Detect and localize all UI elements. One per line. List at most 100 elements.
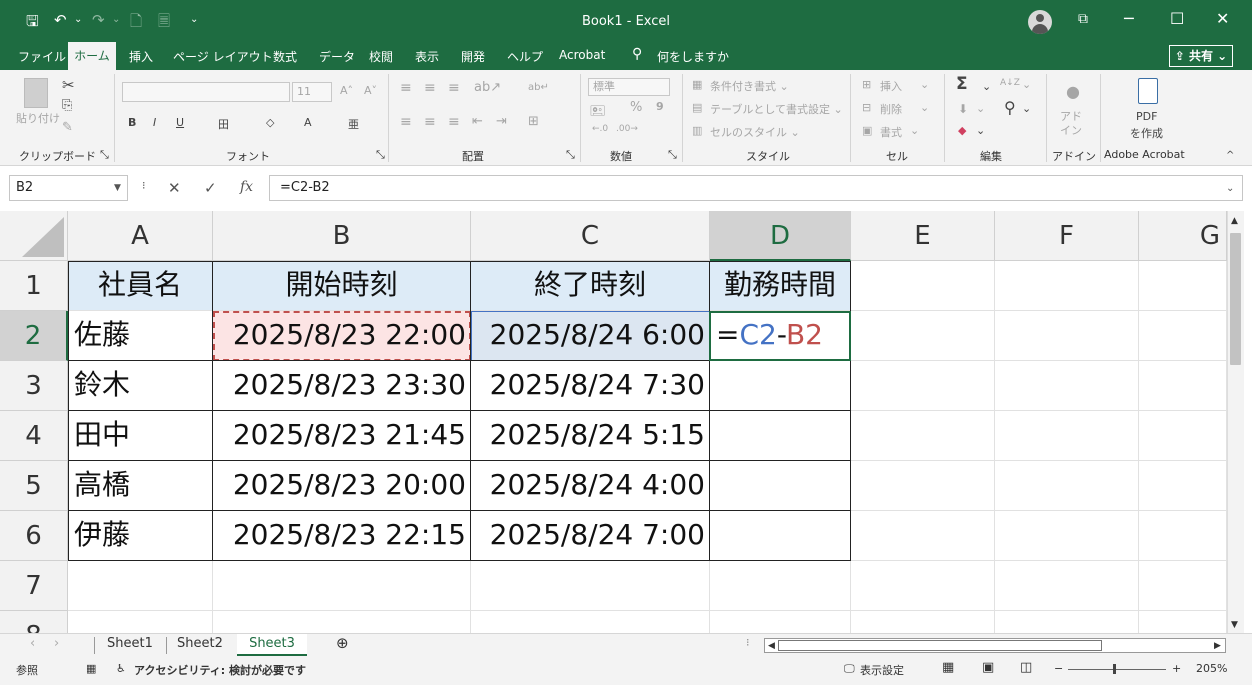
sort-filter-dropdown-icon[interactable]: ⌄ xyxy=(1022,78,1031,91)
fill-color-icon[interactable]: ◇ xyxy=(266,116,274,129)
number-launcher-icon[interactable]: ⤡ xyxy=(668,148,677,162)
tab-insert[interactable]: 挿入 xyxy=(129,48,153,65)
column-header-a[interactable]: A xyxy=(68,211,213,261)
autosum-dropdown-icon[interactable]: ⌄ xyxy=(982,80,991,93)
tab-data[interactable]: データ xyxy=(319,48,355,65)
formula-input[interactable]: =C2-B2 xyxy=(269,175,1243,201)
create-pdf-icon[interactable] xyxy=(1138,78,1158,104)
cell-a4[interactable]: 田中 xyxy=(68,411,213,461)
zoom-level[interactable]: 205% xyxy=(1196,662,1227,675)
tab-formulas[interactable]: 数式 xyxy=(273,48,297,65)
insert-dropdown-icon[interactable]: ⌄ xyxy=(920,78,929,91)
row-header-1[interactable]: 1 xyxy=(0,261,68,311)
cell-g2[interactable] xyxy=(1139,311,1227,361)
cell-styles-button[interactable]: セルのスタイル ⌄ xyxy=(710,124,800,140)
conditional-formatting-button[interactable]: 条件付き書式 ⌄ xyxy=(710,78,789,94)
normal-view-icon[interactable]: ▦ xyxy=(942,660,954,675)
cell-c2[interactable]: 2025/8/24 6:00 xyxy=(471,311,710,361)
row-header-7[interactable]: 7 xyxy=(0,561,68,611)
cell-f4[interactable] xyxy=(995,411,1139,461)
merge-center-icon[interactable]: ⊞ xyxy=(528,114,539,129)
cell-g1[interactable] xyxy=(1139,261,1227,311)
zoom-in-icon[interactable]: + xyxy=(1172,662,1181,675)
cell-g7[interactable] xyxy=(1139,561,1227,611)
align-left-icon[interactable]: ≡ xyxy=(400,114,412,130)
tab-view[interactable]: 表示 xyxy=(415,48,439,65)
paste-icon[interactable] xyxy=(24,78,48,108)
cell-d3[interactable] xyxy=(710,361,851,411)
share-dropdown-icon[interactable]: ⌄ xyxy=(1217,49,1227,63)
decrease-indent-icon[interactable]: ⇤ xyxy=(472,114,483,129)
cell-e4[interactable] xyxy=(851,411,995,461)
decrease-decimal-icon[interactable]: .00→ xyxy=(616,124,638,134)
cell-f6[interactable] xyxy=(995,511,1139,561)
cell-c8[interactable] xyxy=(471,611,710,633)
scroll-up-icon[interactable]: ▲ xyxy=(1231,216,1238,226)
addins-button[interactable]: アド イン xyxy=(1060,110,1082,138)
name-box[interactable]: B2 xyxy=(9,175,128,201)
orientation-icon[interactable]: ab↗ xyxy=(474,80,501,95)
cell-d6[interactable] xyxy=(710,511,851,561)
tell-me-search[interactable]: 何をしますか xyxy=(657,48,729,65)
column-header-b[interactable]: B xyxy=(213,211,471,261)
user-avatar-icon[interactable] xyxy=(1028,10,1052,34)
align-bottom-icon[interactable]: ≡ xyxy=(448,80,460,96)
cancel-formula-icon[interactable]: ✕ xyxy=(168,179,181,197)
tab-developer[interactable]: 開発 xyxy=(461,48,485,65)
page-layout-view-icon[interactable]: ▣ xyxy=(982,660,994,675)
cell-g4[interactable] xyxy=(1139,411,1227,461)
add-sheet-icon[interactable]: ⊕ xyxy=(336,634,349,652)
delete-dropdown-icon[interactable]: ⌄ xyxy=(920,101,929,114)
find-dropdown-icon[interactable]: ⌄ xyxy=(1022,102,1031,115)
sheet-next-icon[interactable]: › xyxy=(54,636,59,651)
scroll-left-icon[interactable]: ◀ xyxy=(768,641,775,651)
align-middle-icon[interactable]: ≡ xyxy=(424,80,436,96)
page-break-view-icon[interactable]: ◫ xyxy=(1020,660,1032,675)
number-format-select[interactable]: 標準 xyxy=(588,78,670,96)
format-cells-button[interactable]: 書式 xyxy=(880,124,902,140)
clipboard-launcher-icon[interactable]: ⤡ xyxy=(100,148,109,162)
cell-b5[interactable]: 2025/8/23 20:00 xyxy=(213,461,471,511)
format-dropdown-icon[interactable]: ⌄ xyxy=(910,124,919,137)
cell-c1[interactable]: 終了時刻 xyxy=(471,261,710,311)
cell-a1[interactable]: 社員名 xyxy=(68,261,213,311)
accounting-format-icon[interactable]: 🖭 xyxy=(590,102,605,124)
wrap-text-icon[interactable]: ab↵ xyxy=(528,82,549,93)
cell-e3[interactable] xyxy=(851,361,995,411)
tab-help[interactable]: ヘルプ xyxy=(507,48,543,65)
cell-b3[interactable]: 2025/8/23 23:30 xyxy=(213,361,471,411)
formula-bar-options-icon[interactable]: ⁝ xyxy=(142,179,146,192)
create-pdf-label[interactable]: PDF xyxy=(1136,110,1157,123)
font-shrink-icon[interactable]: A˅ xyxy=(364,84,377,97)
cell-e1[interactable] xyxy=(851,261,995,311)
row-header-8[interactable]: 8 xyxy=(0,611,68,633)
bold-button[interactable]: B xyxy=(128,116,136,129)
cell-a3[interactable]: 鈴木 xyxy=(68,361,213,411)
font-size-input[interactable]: 11 xyxy=(292,82,332,102)
zoom-out-icon[interactable]: − xyxy=(1054,662,1063,675)
cell-f7[interactable] xyxy=(995,561,1139,611)
cell-a5[interactable]: 高橋 xyxy=(68,461,213,511)
cell-a2[interactable]: 佐藤 xyxy=(68,311,213,361)
delete-cells-button[interactable]: 削除 xyxy=(880,101,902,117)
paste-button[interactable]: 貼り付け xyxy=(16,110,60,126)
close-icon[interactable]: ✕ xyxy=(1216,9,1229,28)
cell-g3[interactable] xyxy=(1139,361,1227,411)
column-header-f[interactable]: F xyxy=(995,211,1139,261)
clear-icon[interactable]: ◆ xyxy=(958,124,966,137)
phonetic-icon[interactable]: 亜 xyxy=(348,116,359,132)
expand-formula-bar-icon[interactable]: ⌄ xyxy=(1226,183,1234,194)
name-box-dropdown-icon[interactable]: ▼ xyxy=(114,183,121,193)
cell-c6[interactable]: 2025/8/24 7:00 xyxy=(471,511,710,561)
cell-f3[interactable] xyxy=(995,361,1139,411)
italic-button[interactable]: I xyxy=(153,116,156,129)
zoom-slider[interactable] xyxy=(1068,669,1166,670)
cell-f5[interactable] xyxy=(995,461,1139,511)
cell-f8[interactable] xyxy=(995,611,1139,633)
sheet-tab-sheet3[interactable]: Sheet3 xyxy=(237,634,307,656)
column-header-e[interactable]: E xyxy=(851,211,995,261)
vertical-scroll-thumb[interactable] xyxy=(1230,233,1241,365)
cell-b2[interactable]: 2025/8/23 22:00 xyxy=(213,311,471,361)
row-header-5[interactable]: 5 xyxy=(0,461,68,511)
create-pdf-sublabel[interactable]: を作成 xyxy=(1130,125,1163,141)
